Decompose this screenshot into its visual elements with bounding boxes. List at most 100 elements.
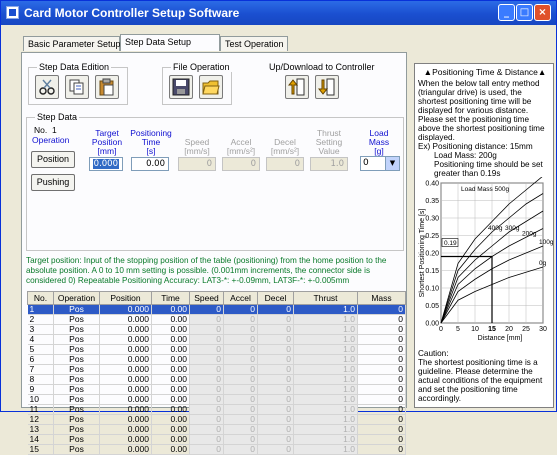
cell-decel[interactable]: 0: [257, 344, 294, 355]
cell-thrust[interactable]: 1.0: [293, 344, 358, 355]
cell-operation[interactable]: Pos: [53, 394, 100, 405]
table-row[interactable]: 7 Pos 0.000 0.00 0 0 0 1.0 0: [27, 364, 406, 375]
cell-decel[interactable]: 0: [257, 364, 294, 375]
cell-speed[interactable]: 0: [189, 354, 224, 365]
cell-operation[interactable]: Pos: [53, 444, 100, 455]
cell-mass[interactable]: 0: [357, 324, 406, 335]
table-row[interactable]: 15 Pos 0.000 0.00 0 0 0 1.0 0: [27, 444, 406, 455]
cell-operation[interactable]: Pos: [53, 364, 100, 375]
cell-thrust[interactable]: 1.0: [293, 414, 358, 425]
cell-no[interactable]: 11: [27, 404, 54, 415]
cell-accel[interactable]: 0: [223, 384, 258, 395]
cell-no[interactable]: 8: [27, 374, 54, 385]
cell-accel[interactable]: 0: [223, 354, 258, 365]
cell-thrust[interactable]: 1.0: [293, 434, 358, 445]
cell-position[interactable]: 0.000: [99, 344, 152, 355]
cell-thrust[interactable]: 1.0: [293, 304, 358, 315]
table-row[interactable]: 14 Pos 0.000 0.00 0 0 0 1.0 0: [27, 434, 406, 445]
open-button[interactable]: [199, 75, 223, 99]
table-row[interactable]: 13 Pos 0.000 0.00 0 0 0 1.0 0: [27, 424, 406, 435]
cell-thrust[interactable]: 1.0: [293, 424, 358, 435]
cell-accel[interactable]: 0: [223, 434, 258, 445]
cell-time[interactable]: 0.00: [151, 394, 190, 405]
cell-mass[interactable]: 0: [357, 384, 406, 395]
cell-time[interactable]: 0.00: [151, 354, 190, 365]
cell-mass[interactable]: 0: [357, 334, 406, 345]
cell-decel[interactable]: 0: [257, 414, 294, 425]
positioning-time-input[interactable]: 0.00: [131, 157, 169, 171]
cell-accel[interactable]: 0: [223, 424, 258, 435]
cell-decel[interactable]: 0: [257, 444, 294, 455]
cell-thrust[interactable]: 1.0: [293, 324, 358, 335]
upload-button[interactable]: [285, 75, 309, 99]
cell-mass[interactable]: 0: [357, 354, 406, 365]
load-mass-select[interactable]: 0 ▼: [360, 156, 400, 171]
cell-mass[interactable]: 0: [357, 444, 406, 455]
cell-operation[interactable]: Pos: [53, 314, 100, 325]
tab-basic-parameter-setup[interactable]: Basic Parameter Setup: [23, 36, 121, 51]
cell-mass[interactable]: 0: [357, 304, 406, 315]
cell-speed[interactable]: 0: [189, 424, 224, 435]
target-position-input[interactable]: 0.000: [89, 157, 123, 171]
cell-position[interactable]: 0.000: [99, 414, 152, 425]
download-button[interactable]: [315, 75, 339, 99]
cell-no[interactable]: 6: [27, 354, 54, 365]
cell-time[interactable]: 0.00: [151, 424, 190, 435]
cell-thrust[interactable]: 1.0: [293, 394, 358, 405]
cell-operation[interactable]: Pos: [53, 344, 100, 355]
cell-no[interactable]: 12: [27, 414, 54, 425]
cell-operation[interactable]: Pos: [53, 384, 100, 395]
cell-decel[interactable]: 0: [257, 404, 294, 415]
cell-no[interactable]: 3: [27, 324, 54, 335]
cell-no[interactable]: 13: [27, 424, 54, 435]
cell-no[interactable]: 10: [27, 394, 54, 405]
cell-mass[interactable]: 0: [357, 374, 406, 385]
cell-position[interactable]: 0.000: [99, 354, 152, 365]
cell-mass[interactable]: 0: [357, 344, 406, 355]
cell-mass[interactable]: 0: [357, 404, 406, 415]
cell-operation[interactable]: Pos: [53, 324, 100, 335]
table-row[interactable]: 1 Pos 0.000 0.00 0 0 0 1.0 0: [27, 304, 406, 315]
cell-position[interactable]: 0.000: [99, 384, 152, 395]
tab-test-operation[interactable]: Test Operation: [220, 36, 288, 51]
cell-position[interactable]: 0.000: [99, 334, 152, 345]
cell-speed[interactable]: 0: [189, 374, 224, 385]
close-button[interactable]: ×: [534, 4, 551, 21]
cell-mass[interactable]: 0: [357, 394, 406, 405]
cell-no[interactable]: 15: [27, 444, 54, 455]
cell-no[interactable]: 5: [27, 344, 54, 355]
table-row[interactable]: 12 Pos 0.000 0.00 0 0 0 1.0 0: [27, 414, 406, 425]
cell-accel[interactable]: 0: [223, 314, 258, 325]
cell-no[interactable]: 1: [27, 304, 54, 315]
cell-thrust[interactable]: 1.0: [293, 334, 358, 345]
table-row[interactable]: 4 Pos 0.000 0.00 0 0 0 1.0 0: [27, 334, 406, 345]
pushing-button[interactable]: Pushing: [31, 174, 75, 191]
cell-speed[interactable]: 0: [189, 434, 224, 445]
cell-decel[interactable]: 0: [257, 384, 294, 395]
cell-operation[interactable]: Pos: [53, 304, 100, 315]
cell-decel[interactable]: 0: [257, 424, 294, 435]
cell-speed[interactable]: 0: [189, 364, 224, 375]
table-row[interactable]: 11 Pos 0.000 0.00 0 0 0 1.0 0: [27, 404, 406, 415]
cell-operation[interactable]: Pos: [53, 354, 100, 365]
cell-operation[interactable]: Pos: [53, 424, 100, 435]
cell-decel[interactable]: 0: [257, 334, 294, 345]
cell-thrust[interactable]: 1.0: [293, 354, 358, 365]
cell-position[interactable]: 0.000: [99, 394, 152, 405]
cell-thrust[interactable]: 1.0: [293, 374, 358, 385]
cell-speed[interactable]: 0: [189, 344, 224, 355]
cell-accel[interactable]: 0: [223, 444, 258, 455]
cell-speed[interactable]: 0: [189, 414, 224, 425]
tab-step-data-setup[interactable]: Step Data Setup: [120, 34, 220, 51]
paste-button[interactable]: [95, 75, 119, 99]
save-button[interactable]: [169, 75, 193, 99]
cell-mass[interactable]: 0: [357, 424, 406, 435]
table-row[interactable]: 9 Pos 0.000 0.00 0 0 0 1.0 0: [27, 384, 406, 395]
cell-accel[interactable]: 0: [223, 374, 258, 385]
cell-operation[interactable]: Pos: [53, 404, 100, 415]
cell-time[interactable]: 0.00: [151, 414, 190, 425]
cell-decel[interactable]: 0: [257, 434, 294, 445]
cell-position[interactable]: 0.000: [99, 324, 152, 335]
cell-speed[interactable]: 0: [189, 394, 224, 405]
minimize-button[interactable]: _: [498, 4, 515, 21]
